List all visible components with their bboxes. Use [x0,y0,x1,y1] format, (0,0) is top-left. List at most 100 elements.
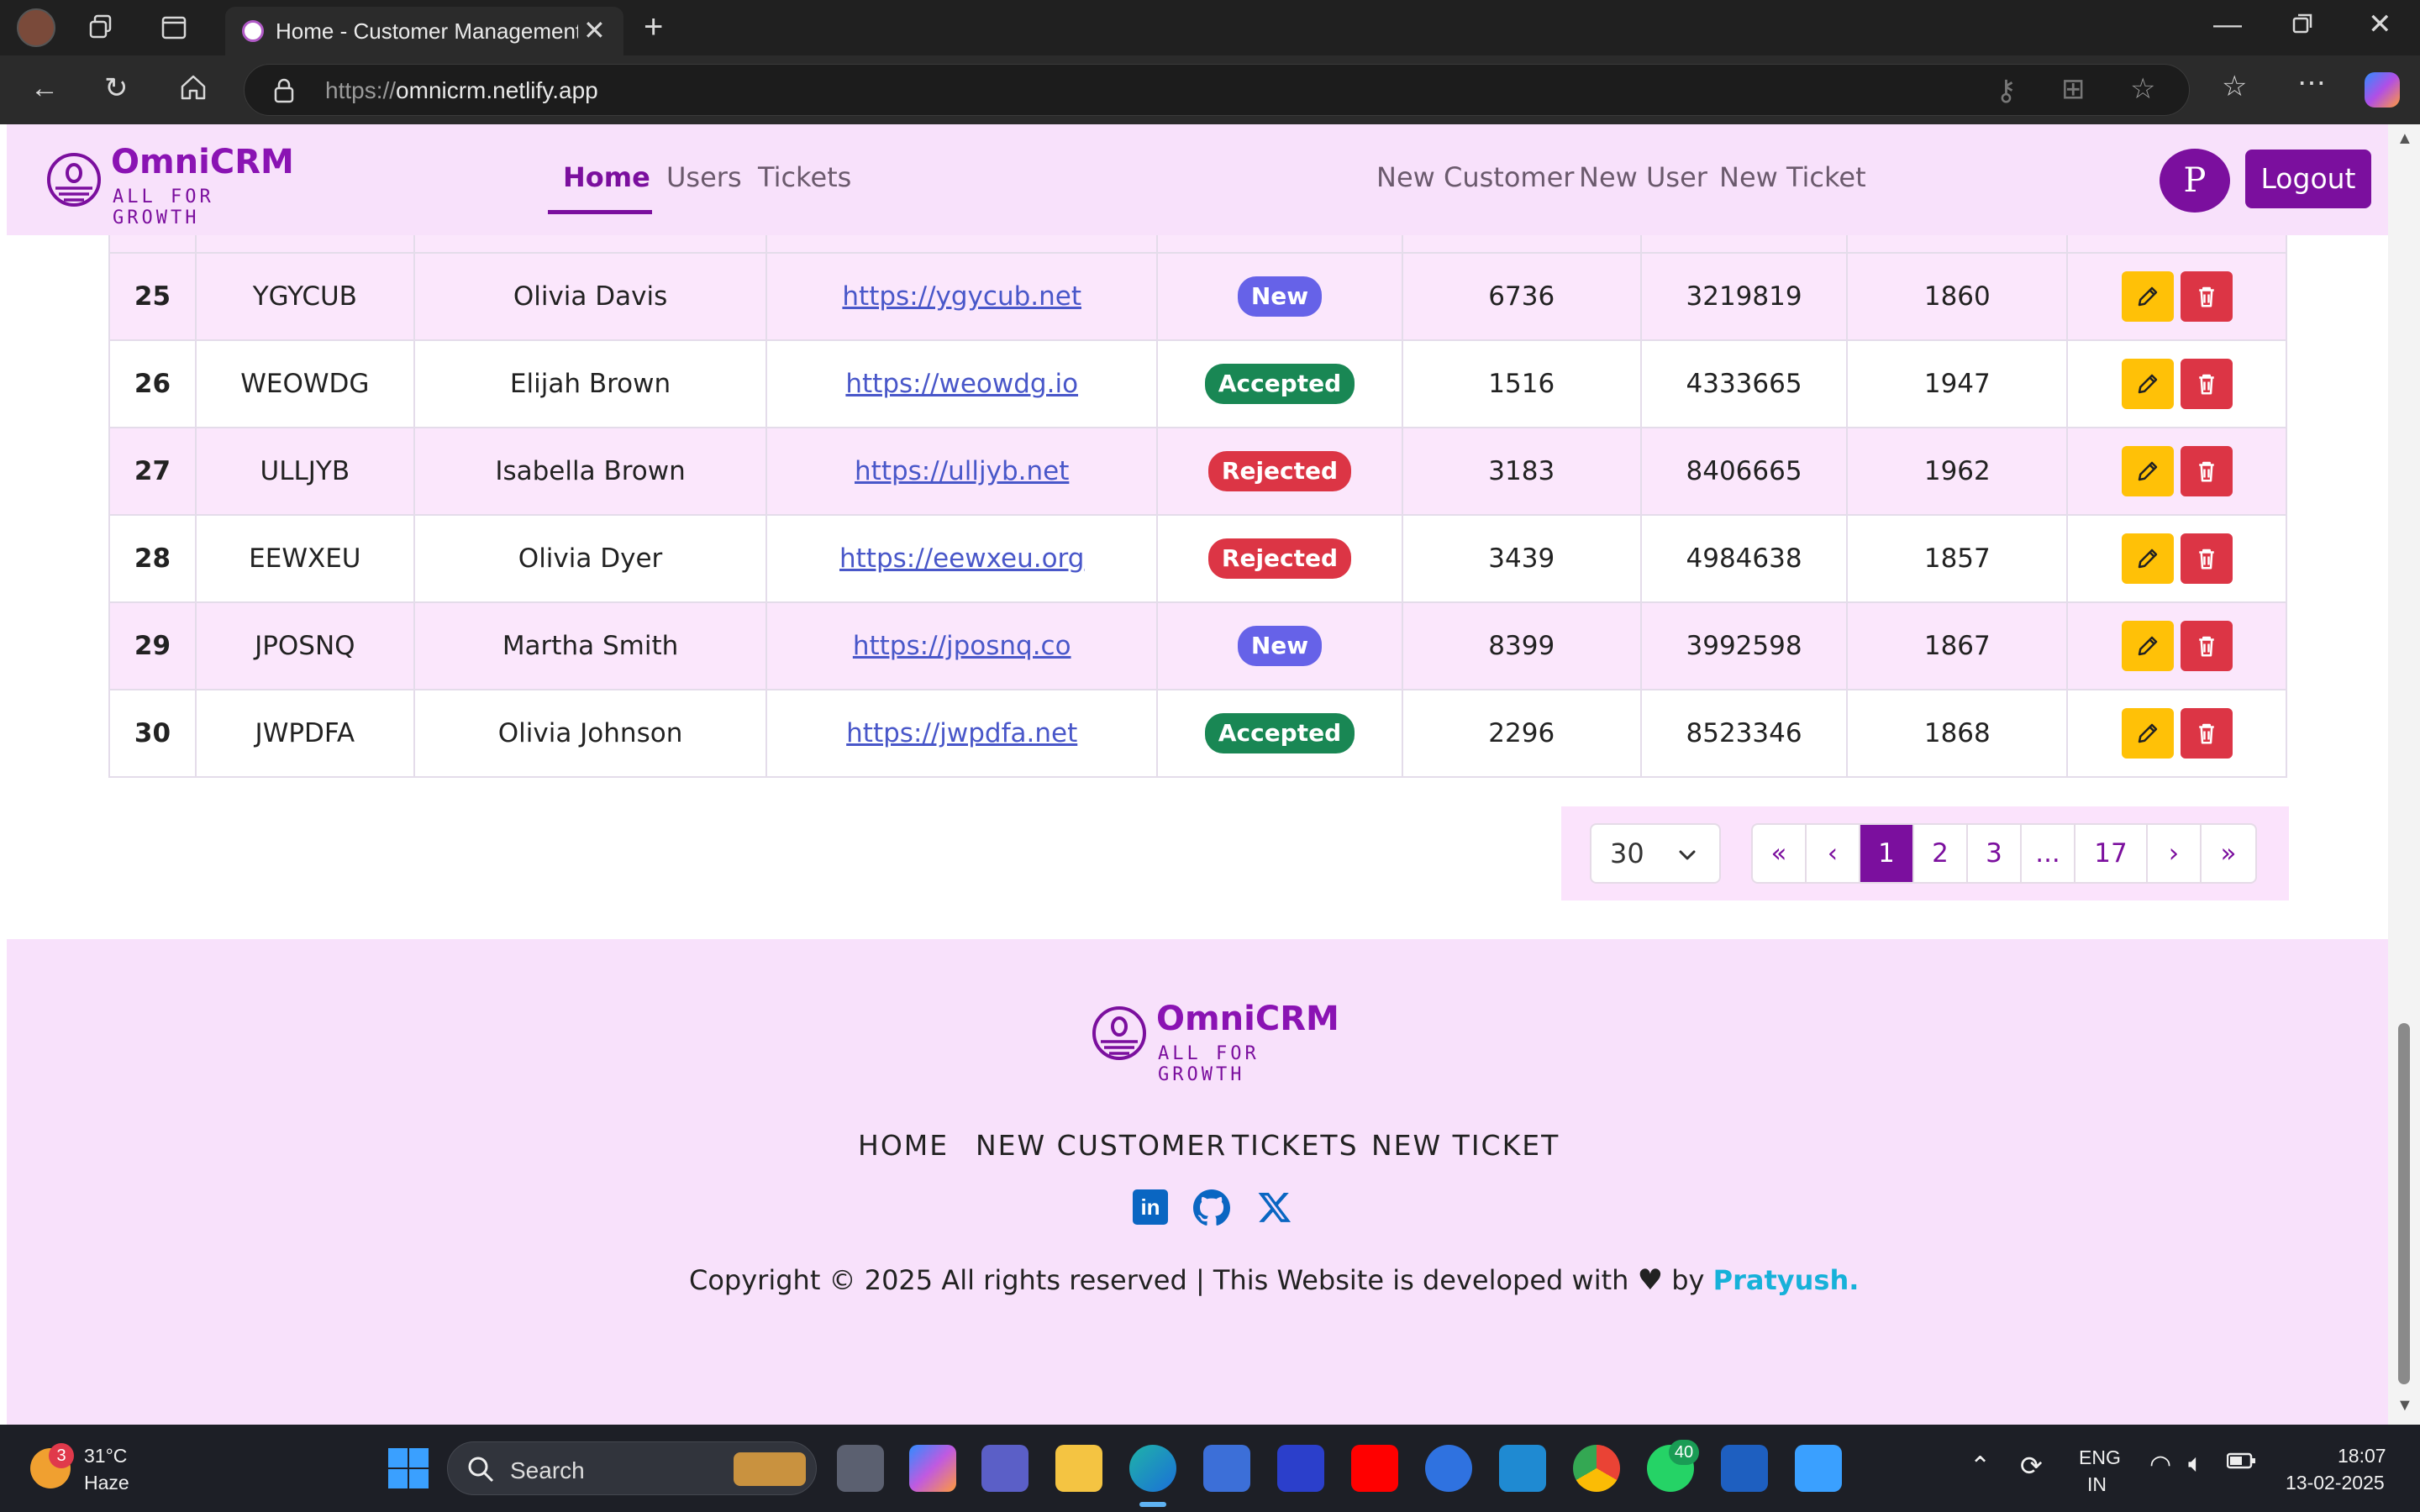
nav-link-tickets[interactable]: Tickets [758,161,851,193]
browser-tab-active[interactable]: Home - Customer Management | ✕ [225,7,623,55]
more-icon[interactable]: ⋯ [2297,69,2326,97]
home-icon[interactable] [178,72,208,108]
close-window-icon[interactable]: ✕ [2368,10,2392,39]
website-link[interactable]: https://weowdg.io [845,369,1078,399]
brand-logo[interactable]: OmniCRM ALL FOR GROWTH [45,141,294,228]
delete-button[interactable] [2180,708,2233,759]
website-link[interactable]: https://ygycub.net [842,281,1081,312]
wifi-icon[interactable]: ◠ [2149,1450,2171,1479]
restore-icon[interactable] [2291,12,2314,40]
minimize-icon[interactable]: — [2213,10,2242,39]
scroll-down-arrow[interactable]: ▼ [2396,1396,2413,1415]
youtube-icon[interactable] [1351,1445,1398,1492]
user-avatar[interactable]: P [2160,149,2230,213]
website-link[interactable]: https://eewxeu.org [839,543,1084,574]
delete-button[interactable] [2180,621,2233,671]
edit-button[interactable] [2121,446,2174,496]
clock-date[interactable]: 13-02-2025 [2286,1472,2385,1494]
scroll-thumb[interactable] [2398,1023,2410,1384]
apps-icon[interactable]: ⊞ [2061,75,2086,103]
edge-icon[interactable] [1129,1445,1176,1492]
nav-link-users[interactable]: Users [666,161,742,193]
page-last-button[interactable]: » [2202,825,2255,882]
word-icon[interactable] [1721,1445,1768,1492]
url-text[interactable]: https://omnicrm.netlify.app [325,77,598,104]
nav-new-customer[interactable]: New Customer [1376,161,1574,193]
edit-button[interactable] [2121,271,2174,322]
author-link[interactable]: Pratyush. [1713,1264,1860,1296]
photos-icon[interactable] [1795,1445,1842,1492]
weather-condition[interactable]: Haze [84,1472,129,1494]
clock-time[interactable]: 18:07 [2338,1445,2386,1467]
page-next-button[interactable]: › [2148,825,2202,882]
page-prev-button[interactable]: ‹ [1807,825,1860,882]
key-icon[interactable]: ⚷ [1996,76,2017,105]
firefox-icon[interactable] [1425,1445,1472,1492]
close-tab-icon[interactable]: ✕ [583,17,606,44]
nav-new-user[interactable]: New User [1579,161,1707,193]
tray-overflow-icon[interactable]: ⌃ [1970,1452,1991,1481]
favorites-icon[interactable]: ☆ [2222,72,2247,101]
copilot-icon[interactable] [2365,72,2400,108]
page-2-button[interactable]: 2 [1914,825,1968,882]
favorite-star-icon[interactable]: ☆ [2130,75,2155,103]
cell-value-6: 3219819 [1639,252,1849,341]
delete-button[interactable] [2180,446,2233,496]
vscode-icon[interactable] [1499,1445,1546,1492]
refresh-icon[interactable]: ↻ [104,74,129,102]
profile-avatar[interactable] [17,8,55,47]
website-link[interactable]: https://jwpdfa.net [846,718,1077,748]
page-17-button[interactable]: 17 [2075,825,2148,882]
page-scrollbar[interactable]: ▲ ▼ [2388,124,2420,1425]
language-top[interactable]: ENG [2079,1446,2121,1469]
volume-icon[interactable]: 🔈︎ [2188,1450,2203,1478]
linkedin-icon[interactable]: in [1133,1189,1168,1225]
page-3-button[interactable]: 3 [1968,825,2022,882]
workspaces-icon[interactable] [87,13,116,47]
tab-actions-icon[interactable] [160,13,188,47]
cell-value-5: 8399 [1401,601,1642,690]
lock-icon[interactable] [273,78,295,108]
sync-icon[interactable]: ⟳ [2020,1450,2043,1482]
chrome-icon[interactable] [1573,1445,1620,1492]
github-icon[interactable] [1193,1189,1230,1231]
cell-status: Rejected [1156,427,1403,516]
cell-id: 27 [108,427,197,516]
scroll-up-arrow[interactable]: ▲ [2396,129,2413,149]
weather-temperature[interactable]: 31°C [84,1445,127,1467]
copilot-app-icon[interactable] [909,1445,956,1492]
delete-button[interactable] [2180,359,2233,409]
delete-button[interactable] [2180,533,2233,584]
nav-new-ticket[interactable]: New Ticket [1719,161,1866,193]
footer-brand-logo[interactable]: OmniCRM ALL FOR GROWTH [1091,995,1339,1085]
page-first-button[interactable]: « [1753,825,1807,882]
footer-link-tickets[interactable]: TICKETS [1232,1129,1359,1162]
store-icon[interactable] [1203,1445,1250,1492]
page-size-select[interactable]: 30 [1590,823,1721,884]
teams-icon[interactable] [981,1445,1028,1492]
nav-link-home[interactable]: Home [563,161,650,193]
edit-button[interactable] [2121,708,2174,759]
taskbar-search[interactable]: Search [447,1441,817,1495]
new-tab-icon[interactable]: + [644,10,663,44]
file-explorer-icon[interactable] [1055,1445,1102,1492]
footer-link-new-customer[interactable]: NEW CUSTOMER [976,1129,1227,1162]
back-icon[interactable]: ← [30,74,59,102]
start-icon[interactable] [387,1446,430,1494]
footer-link-new-ticket[interactable]: NEW TICKET [1371,1129,1560,1162]
edit-button[interactable] [2121,359,2174,409]
powerautomate-icon[interactable] [1277,1445,1324,1492]
delete-button[interactable] [2180,271,2233,322]
logout-button[interactable]: Logout [2245,150,2371,208]
address-bar[interactable]: https://omnicrm.netlify.app ⚷ ⊞ ☆ [244,64,2190,116]
edit-button[interactable] [2121,533,2174,584]
battery-icon[interactable] [2226,1452,2257,1475]
task-view-icon[interactable] [837,1445,884,1492]
page-1-button[interactable]: 1 [1860,825,1914,882]
language-bottom[interactable]: IN [2087,1473,2107,1496]
website-link[interactable]: https://jposnq.co [853,631,1071,661]
edit-button[interactable] [2121,621,2174,671]
footer-link-home[interactable]: HOME [858,1129,949,1162]
website-link[interactable]: https://ulljyb.net [855,456,1069,486]
x-icon[interactable] [1257,1189,1292,1229]
